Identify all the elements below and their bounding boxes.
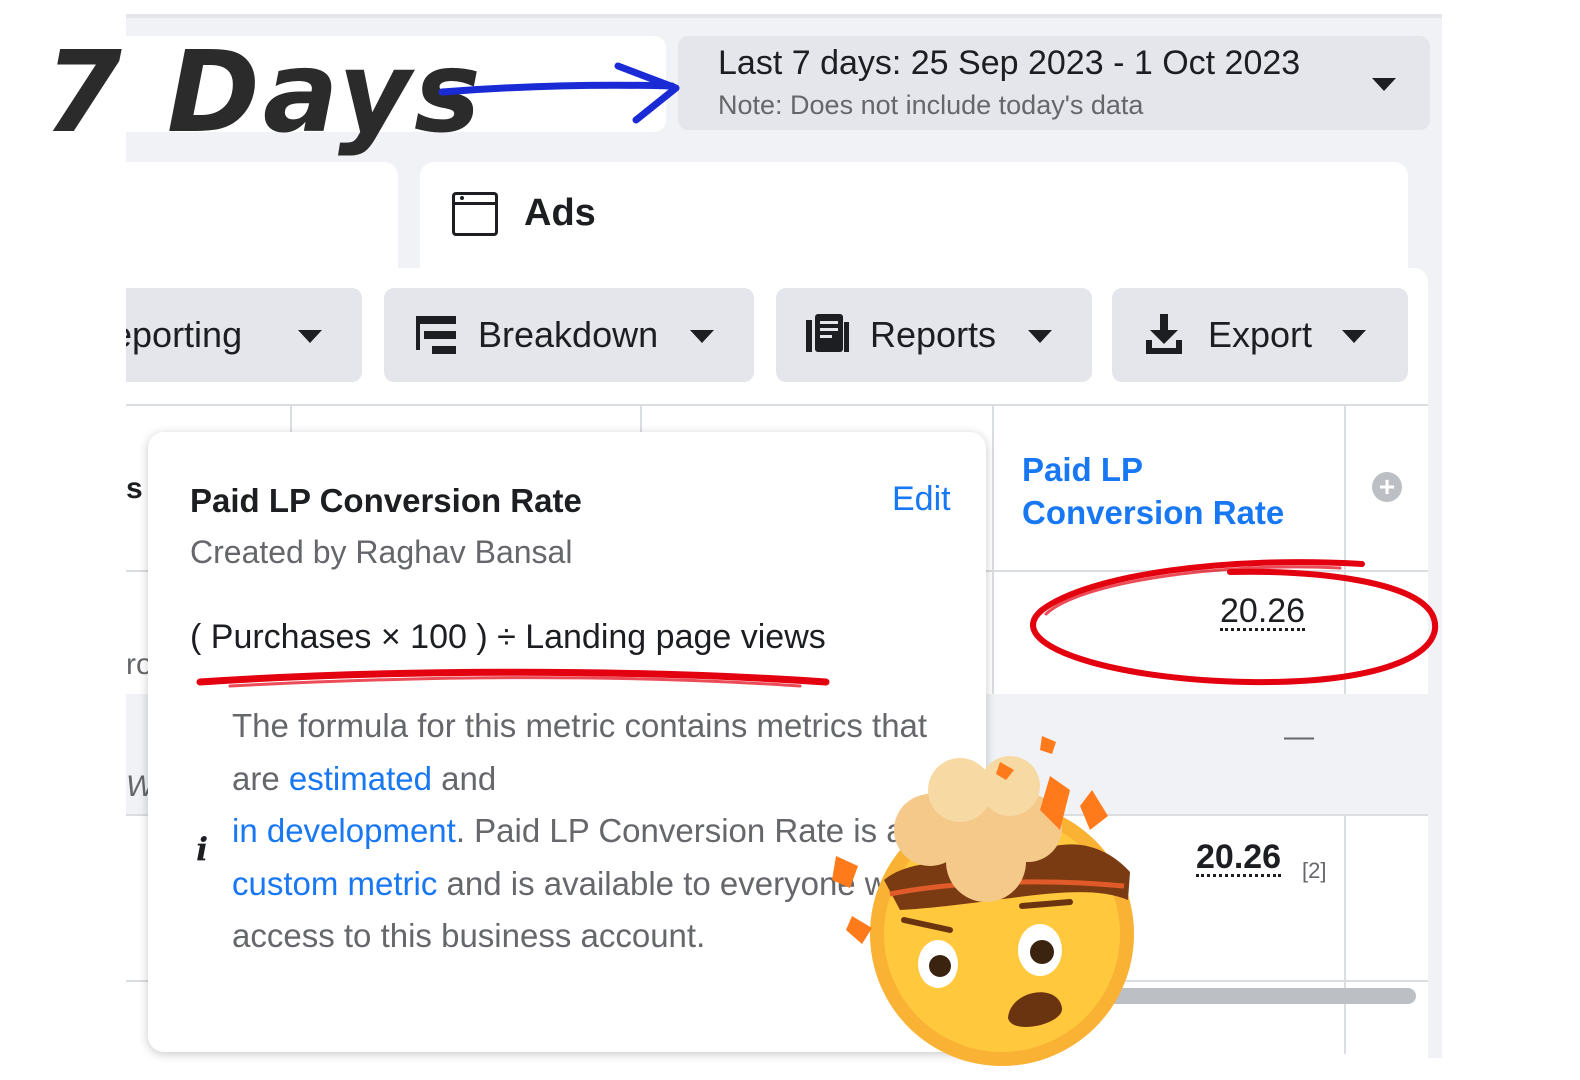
exploding-head-emoji [832, 736, 1134, 1066]
annotation-arrow [438, 81, 676, 96]
annotation-circle [1030, 559, 1439, 686]
annotation-arrowhead [614, 62, 680, 124]
annotation-overlay [196, 62, 1439, 1066]
